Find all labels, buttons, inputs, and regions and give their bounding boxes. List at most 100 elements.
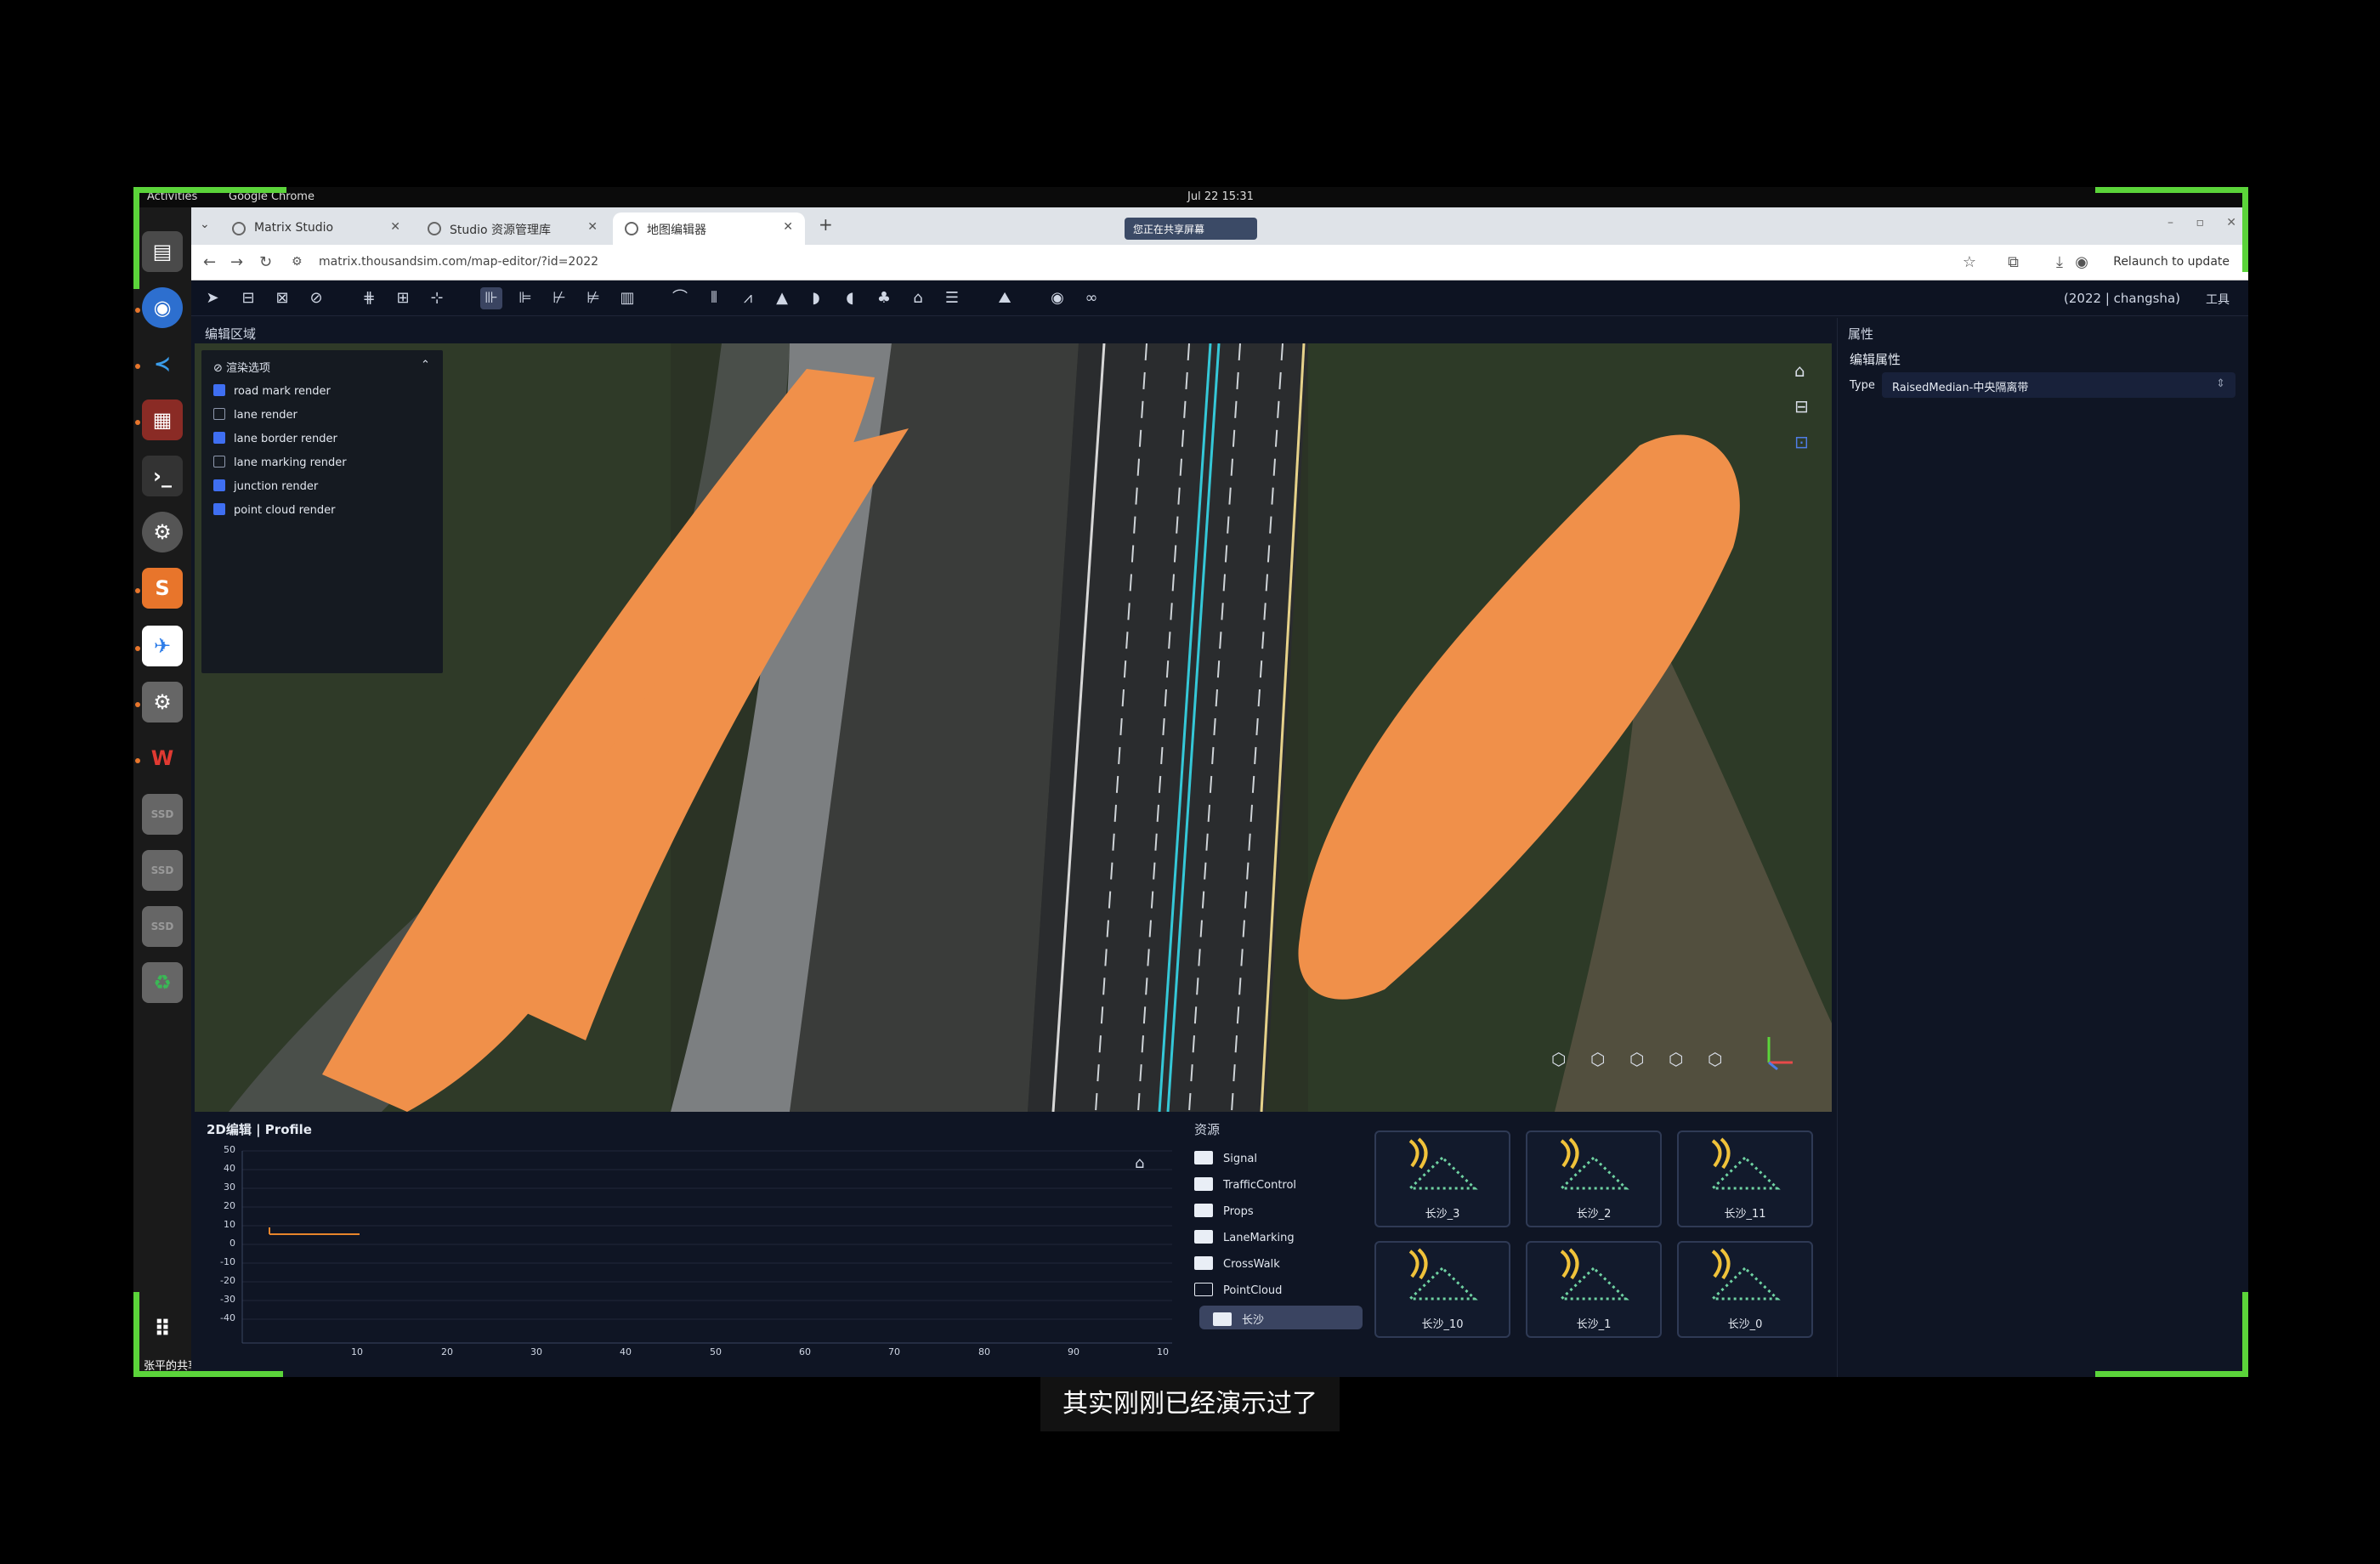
link-tool-icon[interactable]: ∞ xyxy=(1080,287,1102,309)
back-icon[interactable]: ← xyxy=(203,253,216,271)
tree-tool-icon[interactable]: ♣ xyxy=(873,287,895,309)
clock[interactable]: Jul 22 15:31 xyxy=(1187,190,1254,203)
close-window-button[interactable]: ✕ xyxy=(2226,216,2236,230)
view-cube-left-icon[interactable]: ⬡ xyxy=(1629,1049,1644,1069)
view-cube-top-icon[interactable]: ⬡ xyxy=(1708,1049,1722,1069)
road-delete-tool-icon[interactable]: ⊘ xyxy=(305,287,327,309)
collapse-chevron-icon[interactable]: ⌃ xyxy=(421,359,430,371)
tab-search-icon[interactable]: ⌄ xyxy=(200,218,210,231)
visibility-eye-icon[interactable]: ◉ xyxy=(1046,287,1068,309)
option-lane-marking-render[interactable]: lane marking render xyxy=(213,456,347,469)
site-info-icon[interactable]: ⚙ xyxy=(292,255,303,269)
settings-icon[interactable]: ⚙ xyxy=(142,512,183,552)
profile-chart[interactable] xyxy=(195,1148,1177,1375)
reload-icon[interactable]: ↻ xyxy=(259,253,272,271)
ortho-view-icon[interactable]: ⊡ xyxy=(1794,432,1809,452)
resource-card[interactable]: 长沙_1 xyxy=(1526,1241,1662,1338)
tab-matrix-studio[interactable]: Matrix Studio ✕ xyxy=(220,212,412,245)
checkbox-checked[interactable] xyxy=(213,479,225,491)
option-lane-border-render[interactable]: lane border render xyxy=(213,432,337,445)
type-select[interactable]: RaisedMedian-中央隔离带 ⇕ xyxy=(1882,372,2236,398)
resource-card[interactable]: 长沙_3 xyxy=(1374,1130,1510,1227)
checkbox-checked[interactable] xyxy=(213,503,225,515)
lane-split-tool-icon[interactable]: ⊹ xyxy=(426,287,448,309)
new-tab-button[interactable]: + xyxy=(819,214,833,235)
maximize-button[interactable]: ▫ xyxy=(2196,216,2205,230)
cone-tool-icon[interactable]: ▲ xyxy=(771,287,793,309)
lane-offset-tool-icon[interactable]: ⊬ xyxy=(548,287,570,309)
vscode-icon[interactable]: ≺ xyxy=(142,343,183,384)
view-cube-right-icon[interactable]: ⬡ xyxy=(1669,1049,1683,1069)
crosswalk-tool-icon[interactable]: ⫴ xyxy=(703,287,725,309)
feishu-icon[interactable]: ✈ xyxy=(142,626,183,666)
folder-changsha-selected[interactable]: 长沙 xyxy=(1199,1306,1363,1329)
folder-crosswalk[interactable]: CrossWalk xyxy=(1194,1256,1280,1271)
select-tool-icon[interactable]: ➤ xyxy=(201,287,224,309)
files-icon[interactable]: ▤ xyxy=(142,231,183,272)
wps-icon[interactable]: W xyxy=(142,738,183,779)
road-tool-icon[interactable]: ⊟ xyxy=(237,287,259,309)
folder-signal[interactable]: Signal xyxy=(1194,1151,1257,1165)
tab-close-icon[interactable]: ✕ xyxy=(783,220,793,234)
profile-avatar-icon[interactable]: ◉ xyxy=(2075,253,2088,271)
folder-trafficcontrol[interactable]: TrafficControl xyxy=(1194,1177,1296,1192)
folder-pointcloud[interactable]: PointCloud xyxy=(1194,1283,1282,1297)
option-road-mark-render[interactable]: road mark render xyxy=(213,384,331,398)
sign-tool-icon[interactable]: ◖ xyxy=(839,287,861,309)
folder-lanemarking[interactable]: LaneMarking xyxy=(1194,1230,1295,1244)
apps-grid-icon[interactable]: ⠿ xyxy=(142,1309,183,1350)
checkbox-checked[interactable] xyxy=(213,384,225,396)
ssd-drive-icon[interactable]: SSD xyxy=(142,794,183,835)
map-viewport[interactable]: ⊘ 渲染选项 ⌃ road mark render lane render la… xyxy=(195,343,1832,1112)
tab-close-icon[interactable]: ✕ xyxy=(587,220,598,234)
extensions-icon[interactable]: ⧉ xyxy=(2008,253,2019,271)
ssd-drive-icon-3[interactable]: SSD xyxy=(142,906,183,947)
barrier-tool-icon[interactable]: ☰ xyxy=(941,287,963,309)
lane-section-tool-icon[interactable]: ⊪ xyxy=(480,287,502,309)
relaunch-button[interactable]: Relaunch to update xyxy=(2113,255,2230,269)
road-edit-tool-icon[interactable]: ⊠ xyxy=(271,287,293,309)
checkbox-checked[interactable] xyxy=(213,432,225,444)
view-cube-front-icon[interactable]: ⬡ xyxy=(1551,1049,1566,1069)
download-icon[interactable]: ⤓ xyxy=(2056,253,2063,271)
checkbox-unchecked[interactable] xyxy=(213,408,225,420)
screen-share-badge[interactable]: 您正在共享屏幕 xyxy=(1125,218,1257,240)
lane-marking-tool-icon[interactable]: ▥ xyxy=(616,287,638,309)
terminal-icon[interactable]: ›_ xyxy=(142,456,183,496)
image-viewer-icon[interactable]: ▦ xyxy=(142,400,183,440)
resource-card[interactable]: 长沙_2 xyxy=(1526,1130,1662,1227)
forward-icon[interactable]: → xyxy=(230,253,243,271)
system-settings-icon[interactable]: ⚙ xyxy=(142,682,183,722)
lane-tool-icon[interactable]: ⋕ xyxy=(358,287,380,309)
bookmark-star-icon[interactable]: ☆ xyxy=(1963,253,1976,271)
layers-icon[interactable]: ⊟ xyxy=(1794,396,1809,416)
lane-add-tool-icon[interactable]: ⊞ xyxy=(392,287,414,309)
building-tool-icon[interactable]: ⌂ xyxy=(907,287,929,309)
option-point-cloud-render[interactable]: point cloud render xyxy=(213,503,336,517)
trash-icon[interactable]: ♻ xyxy=(142,962,183,1003)
junction-tool-icon[interactable]: ⌒ xyxy=(669,287,691,309)
tab-map-editor[interactable]: 地图编辑器 ✕ xyxy=(613,212,805,245)
chrome-icon[interactable]: ◉ xyxy=(142,287,183,328)
home-view-icon[interactable]: ⌂ xyxy=(1794,360,1805,381)
option-lane-render[interactable]: lane render xyxy=(213,408,298,422)
url-field[interactable]: matrix.thousandsim.com/map-editor/?id=20… xyxy=(319,255,598,269)
folder-props[interactable]: Props xyxy=(1194,1204,1254,1218)
checkbox-unchecked[interactable] xyxy=(213,456,225,468)
view-cube-back-icon[interactable]: ⬡ xyxy=(1590,1049,1605,1069)
resource-card[interactable]: 长沙_0 xyxy=(1677,1241,1813,1338)
tools-menu[interactable]: 工具 xyxy=(2206,291,2230,308)
tab-studio-library[interactable]: Studio 资源管理库 ✕ xyxy=(416,212,609,245)
ssd-drive-icon-2[interactable]: SSD xyxy=(142,850,183,891)
lane-width-tool-icon[interactable]: ⊫ xyxy=(514,287,536,309)
minimize-button[interactable]: – xyxy=(2168,216,2173,230)
tab-close-icon[interactable]: ✕ xyxy=(390,220,400,234)
sublime-icon[interactable]: S xyxy=(142,568,183,609)
resource-card[interactable]: 长沙_11 xyxy=(1677,1130,1813,1227)
render-options-header[interactable]: ⊘ 渲染选项 ⌃ xyxy=(213,359,430,375)
option-junction-render[interactable]: junction render xyxy=(213,479,318,493)
terrain-tool-icon[interactable]: ⛰ xyxy=(994,287,1016,309)
object-tool-icon[interactable]: ⩘ xyxy=(737,287,759,309)
signal-tool-icon[interactable]: ◗ xyxy=(805,287,827,309)
lane-merge-tool-icon[interactable]: ⊭ xyxy=(582,287,604,309)
